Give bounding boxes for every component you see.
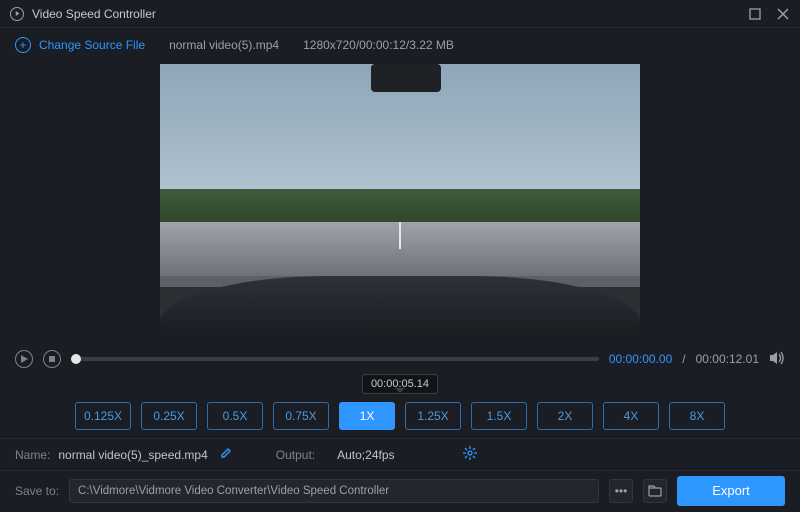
play-button[interactable] — [15, 350, 33, 368]
scrub-tooltip: 00:00:05.14 — [362, 374, 438, 394]
window-controls — [748, 7, 790, 21]
save-to-label: Save to: — [15, 484, 59, 498]
time-duration: 00:00:12.01 — [696, 352, 759, 366]
close-icon[interactable] — [776, 7, 790, 21]
output-settings-icon[interactable] — [463, 446, 477, 463]
speed-button-0.5x[interactable]: 0.5X — [207, 402, 263, 430]
name-label: Name: — [15, 448, 50, 462]
change-source-button[interactable]: + Change Source File — [15, 37, 145, 53]
speed-row: 0.125X 0.25X 0.5X 0.75X 1X 1.25X 1.5X 2X 4X 8X — [0, 394, 800, 438]
source-meta: 1280x720/00:00:12/3.22 MB — [303, 38, 454, 52]
transport-bar: 00:00:00.00/00:00:12.01 — [0, 344, 800, 374]
video-area — [0, 62, 800, 344]
source-bar: + Change Source File normal video(5).mp4… — [0, 28, 800, 62]
speed-button-1x[interactable]: 1X — [339, 402, 395, 430]
more-menu-button[interactable]: ••• — [609, 479, 633, 503]
name-value: normal video(5)_speed.mp4 — [58, 448, 207, 462]
speed-button-1.5x[interactable]: 1.5X — [471, 402, 527, 430]
video-preview[interactable] — [160, 64, 640, 336]
plus-icon: + — [15, 37, 31, 53]
scrub-bar[interactable] — [71, 357, 599, 361]
edit-name-icon[interactable] — [220, 447, 232, 462]
open-folder-button[interactable] — [643, 479, 667, 503]
volume-icon[interactable] — [769, 351, 785, 368]
scrub-tooltip-wrap: 00:00:05.14 — [0, 374, 800, 394]
time-current: 00:00:00.00 — [609, 352, 672, 366]
titlebar: Video Speed Controller — [0, 0, 800, 28]
speed-button-0.75x[interactable]: 0.75X — [273, 402, 329, 430]
source-filename: normal video(5).mp4 — [169, 38, 279, 52]
speed-button-8x[interactable]: 8X — [669, 402, 725, 430]
options-bar: Name: normal video(5)_speed.mp4 Output: … — [0, 438, 800, 470]
app-logo-icon — [10, 7, 24, 21]
save-path-field[interactable]: C:\Vidmore\Vidmore Video Converter\Video… — [69, 479, 599, 503]
scrub-head[interactable] — [71, 354, 81, 364]
export-button[interactable]: Export — [677, 476, 785, 506]
speed-button-2x[interactable]: 2X — [537, 402, 593, 430]
speed-button-0.25x[interactable]: 0.25X — [141, 402, 197, 430]
save-path-value: C:\Vidmore\Vidmore Video Converter\Video… — [78, 485, 389, 497]
speed-button-4x[interactable]: 4X — [603, 402, 659, 430]
save-bar: Save to: C:\Vidmore\Vidmore Video Conver… — [0, 470, 800, 510]
speed-button-0.125x[interactable]: 0.125X — [75, 402, 131, 430]
maximize-icon[interactable] — [748, 7, 762, 21]
app-title: Video Speed Controller — [32, 7, 156, 21]
speed-button-1.25x[interactable]: 1.25X — [405, 402, 461, 430]
output-label: Output: — [276, 448, 315, 462]
output-value: Auto;24fps — [337, 448, 394, 462]
stop-button[interactable] — [43, 350, 61, 368]
change-source-label: Change Source File — [39, 38, 145, 52]
